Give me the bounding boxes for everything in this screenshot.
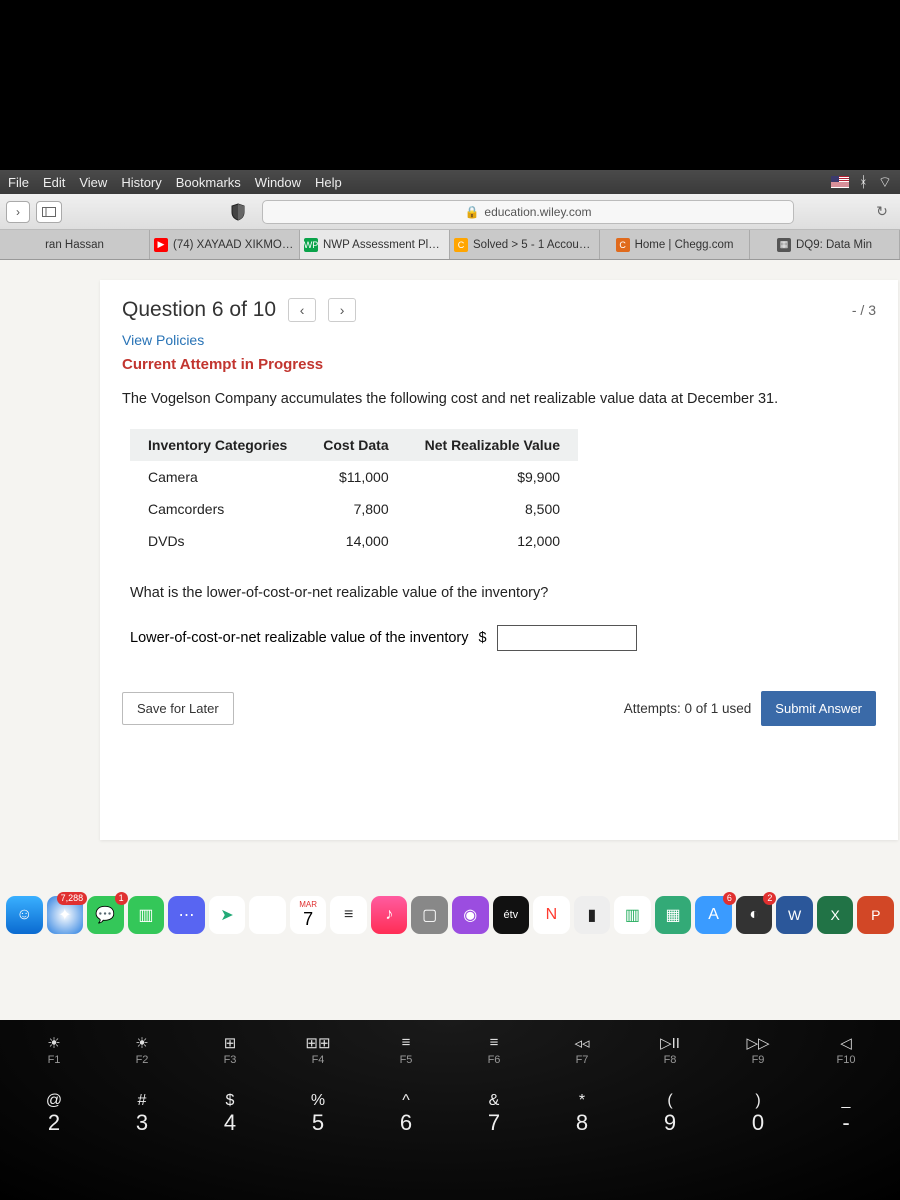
prev-question-button[interactable]: ‹ (288, 298, 316, 322)
key-f3: ⊞F3 (193, 1034, 267, 1066)
key-8: *8 (545, 1092, 619, 1136)
key-f8: ▷IIF8 (633, 1034, 707, 1066)
tab-2[interactable]: WPNWP Assessment Playe... (300, 230, 450, 259)
url-bar[interactable]: 🔒 education.wiley.com (262, 200, 794, 224)
submit-answer-button[interactable]: Submit Answer (761, 691, 876, 726)
facetime-icon[interactable]: ▥ (128, 896, 165, 934)
col-head-category: Inventory Categories (130, 429, 305, 461)
menu-window[interactable]: Window (255, 175, 301, 190)
menu-help[interactable]: Help (315, 175, 342, 190)
key-f1: ☀F1 (17, 1034, 91, 1066)
data-table: Inventory Categories Cost Data Net Reali… (130, 429, 578, 557)
question-card: Question 6 of 10 ‹ › - / 3 View Policies… (100, 280, 898, 840)
col-head-nrv: Net Realizable Value (407, 429, 578, 461)
key-4: $4 (193, 1092, 267, 1136)
key-f7: ◃◃F7 (545, 1034, 619, 1066)
news-icon[interactable]: N (533, 896, 570, 934)
key-f4: ⊞⊞F4 (281, 1034, 355, 1066)
sidebar-button[interactable] (36, 201, 62, 223)
save-for-later-button[interactable]: Save for Later (122, 692, 234, 725)
table-row: DVDs 14,000 12,000 (130, 525, 578, 557)
dock: ☺ ✦7,288 💬1 ▥ ⋯ ➤ ✿ MAR7 ≡ ♪ ▢ ◉ étv N ▮… (0, 890, 900, 940)
key-f9: ▷▷F9 (721, 1034, 795, 1066)
maps-icon[interactable]: ➤ (209, 896, 246, 934)
answer-input[interactable] (497, 625, 637, 651)
powerpoint-icon[interactable]: P (857, 896, 894, 934)
browser-toolbar: › 🔒 education.wiley.com ↻ (0, 194, 900, 230)
attempt-status: Current Attempt in Progress (122, 356, 876, 373)
menu-history[interactable]: History (121, 175, 161, 190)
messages-icon[interactable]: 💬1 (87, 896, 124, 934)
word-icon[interactable]: W (776, 896, 813, 934)
tab-0[interactable]: ran Hassan (0, 230, 150, 259)
shield-icon[interactable] (228, 202, 248, 222)
tab-bar: ran Hassan ▶(74) XAYAAD XIKMO OO... WPNW… (0, 230, 900, 260)
next-question-button[interactable]: › (328, 298, 356, 322)
key-9: (9 (633, 1092, 707, 1136)
key--: _- (809, 1092, 883, 1136)
podcasts-icon[interactable]: ◉ (452, 896, 489, 934)
key-f6: ≡F6 (457, 1034, 531, 1066)
finder-icon[interactable]: ☺ (6, 896, 43, 934)
menu-bookmarks[interactable]: Bookmarks (176, 175, 241, 190)
tab-4[interactable]: CHome | Chegg.com (600, 230, 750, 259)
sub-question: What is the lower-of-cost-or-net realiza… (130, 585, 876, 601)
tab-1[interactable]: ▶(74) XAYAAD XIKMO OO... (150, 230, 300, 259)
photos-icon[interactable]: ✿ (249, 896, 286, 934)
reminders-icon[interactable]: ≡ (330, 896, 367, 934)
view-policies-link[interactable]: View Policies (122, 332, 876, 348)
lock-icon: 🔒 (464, 205, 479, 219)
keyboard: ☀F1 ☀F2 ⊞F3 ⊞⊞F4 ≡F5 ≡F6 ◃◃F7 ▷IIF8 ▷▷F9 ◁F10 @2 #… (0, 1020, 900, 1200)
key-0: )0 (721, 1092, 795, 1136)
discord-icon[interactable]: ⋯ (168, 896, 205, 934)
appstore-icon[interactable]: A6 (695, 896, 732, 934)
tab-3[interactable]: CSolved > 5 - 1 Accounti... (450, 230, 600, 259)
question-title: Question 6 of 10 (122, 298, 276, 322)
key-7: &7 (457, 1092, 531, 1136)
calendar-icon[interactable]: MAR7 (290, 896, 327, 934)
key-f2: ☀F2 (105, 1034, 179, 1066)
menu-view[interactable]: View (79, 175, 107, 190)
excel-icon[interactable]: X (817, 896, 854, 934)
key-f5: ≡F5 (369, 1034, 443, 1066)
numbers-icon[interactable]: ▥ (614, 896, 651, 934)
key-3: #3 (105, 1092, 179, 1136)
flag-icon[interactable] (831, 176, 849, 188)
currency-symbol: $ (479, 630, 487, 646)
attempts-label: Attempts: 0 of 1 used (624, 701, 752, 716)
menu-bar: File Edit View History Bookmarks Window … (0, 170, 900, 194)
url-text: education.wiley.com (484, 205, 591, 219)
menu-edit[interactable]: Edit (43, 175, 65, 190)
table-row: Camcorders 7,800 8,500 (130, 493, 578, 525)
tv-icon[interactable]: étv (493, 896, 530, 934)
safari-icon[interactable]: ✦7,288 (47, 896, 84, 934)
music-icon[interactable]: ♪ (371, 896, 408, 934)
menu-file[interactable]: File (8, 175, 29, 190)
creative-icon[interactable]: ◐2 (736, 896, 773, 934)
app-icon[interactable]: ▢ (411, 896, 448, 934)
bluetooth-icon[interactable]: ᚼ (859, 174, 868, 191)
chart-icon[interactable]: ▮ (574, 896, 611, 934)
key-6: ^6 (369, 1092, 443, 1136)
question-prompt: The Vogelson Company accumulates the fol… (122, 389, 876, 411)
question-score: - / 3 (852, 302, 876, 318)
col-head-cost: Cost Data (305, 429, 406, 461)
tab-5[interactable]: ▦DQ9: Data Min (750, 230, 900, 259)
table-row: Camera $11,000 $9,900 (130, 461, 578, 493)
key-2: @2 (17, 1092, 91, 1136)
refresh-button[interactable]: ↻ (870, 201, 894, 223)
wifi-icon[interactable]: ⌔ (878, 173, 892, 192)
back-button[interactable]: › (6, 201, 30, 223)
key-f10: ◁F10 (809, 1034, 883, 1066)
preview-icon[interactable]: ▦ (655, 896, 692, 934)
key-5: %5 (281, 1092, 355, 1136)
answer-label: Lower-of-cost-or-net realizable value of… (130, 630, 469, 646)
